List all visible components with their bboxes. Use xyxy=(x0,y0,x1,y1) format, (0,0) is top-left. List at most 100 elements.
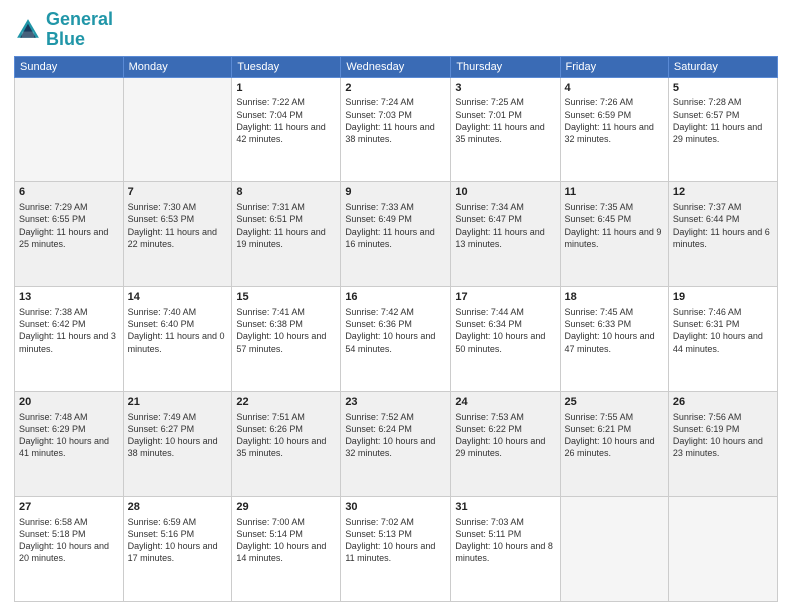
day-info: Sunset: 6:49 PM xyxy=(345,213,446,225)
day-info: Sunrise: 7:44 AM xyxy=(455,306,555,318)
day-info: Daylight: 10 hours and 50 minutes. xyxy=(455,330,555,354)
day-info: Sunrise: 7:37 AM xyxy=(673,201,773,213)
day-info: Sunset: 6:42 PM xyxy=(19,318,119,330)
day-number: 12 xyxy=(673,185,773,200)
day-info: Daylight: 10 hours and 26 minutes. xyxy=(565,435,664,459)
day-info: Daylight: 10 hours and 17 minutes. xyxy=(128,540,228,564)
day-number: 26 xyxy=(673,395,773,410)
day-info: Daylight: 10 hours and 20 minutes. xyxy=(19,540,119,564)
day-number: 7 xyxy=(128,185,228,200)
day-info: Daylight: 10 hours and 29 minutes. xyxy=(455,435,555,459)
calendar-cell: 30Sunrise: 7:02 AMSunset: 5:13 PMDayligh… xyxy=(341,497,451,602)
day-info: Daylight: 10 hours and 54 minutes. xyxy=(345,330,446,354)
calendar-table: SundayMondayTuesdayWednesdayThursdayFrid… xyxy=(14,56,778,602)
day-number: 10 xyxy=(455,185,555,200)
calendar-week-2: 6Sunrise: 7:29 AMSunset: 6:55 PMDaylight… xyxy=(15,182,778,287)
day-number: 13 xyxy=(19,290,119,305)
day-info: Sunset: 7:04 PM xyxy=(236,109,336,121)
calendar-cell: 17Sunrise: 7:44 AMSunset: 6:34 PMDayligh… xyxy=(451,287,560,392)
calendar-cell: 1Sunrise: 7:22 AMSunset: 7:04 PMDaylight… xyxy=(232,77,341,182)
calendar-cell: 31Sunrise: 7:03 AMSunset: 5:11 PMDayligh… xyxy=(451,497,560,602)
calendar-cell: 7Sunrise: 7:30 AMSunset: 6:53 PMDaylight… xyxy=(123,182,232,287)
day-info: Sunrise: 7:51 AM xyxy=(236,411,336,423)
day-info: Daylight: 11 hours and 16 minutes. xyxy=(345,226,446,250)
day-number: 19 xyxy=(673,290,773,305)
weekday-header-thursday: Thursday xyxy=(451,56,560,77)
day-info: Sunrise: 7:25 AM xyxy=(455,96,555,108)
calendar-cell: 8Sunrise: 7:31 AMSunset: 6:51 PMDaylight… xyxy=(232,182,341,287)
calendar-cell xyxy=(560,497,668,602)
day-number: 27 xyxy=(19,500,119,515)
day-info: Sunrise: 7:35 AM xyxy=(565,201,664,213)
day-info: Sunset: 7:01 PM xyxy=(455,109,555,121)
day-info: Sunset: 6:53 PM xyxy=(128,213,228,225)
day-info: Daylight: 11 hours and 29 minutes. xyxy=(673,121,773,145)
day-number: 23 xyxy=(345,395,446,410)
day-info: Sunset: 6:27 PM xyxy=(128,423,228,435)
day-info: Sunset: 6:31 PM xyxy=(673,318,773,330)
day-info: Sunrise: 7:46 AM xyxy=(673,306,773,318)
calendar-cell: 9Sunrise: 7:33 AMSunset: 6:49 PMDaylight… xyxy=(341,182,451,287)
day-info: Sunset: 6:47 PM xyxy=(455,213,555,225)
weekday-header-tuesday: Tuesday xyxy=(232,56,341,77)
day-number: 2 xyxy=(345,81,446,96)
day-number: 30 xyxy=(345,500,446,515)
day-number: 6 xyxy=(19,185,119,200)
day-number: 4 xyxy=(565,81,664,96)
day-info: Sunrise: 7:41 AM xyxy=(236,306,336,318)
weekday-header-sunday: Sunday xyxy=(15,56,124,77)
day-number: 25 xyxy=(565,395,664,410)
day-info: Sunrise: 6:59 AM xyxy=(128,516,228,528)
logo: General Blue xyxy=(14,10,113,50)
logo-text: General xyxy=(46,10,113,30)
day-info: Sunrise: 7:31 AM xyxy=(236,201,336,213)
calendar-cell: 14Sunrise: 7:40 AMSunset: 6:40 PMDayligh… xyxy=(123,287,232,392)
day-number: 15 xyxy=(236,290,336,305)
weekday-header-row: SundayMondayTuesdayWednesdayThursdayFrid… xyxy=(15,56,778,77)
day-number: 14 xyxy=(128,290,228,305)
calendar-cell: 4Sunrise: 7:26 AMSunset: 6:59 PMDaylight… xyxy=(560,77,668,182)
day-info: Sunrise: 7:33 AM xyxy=(345,201,446,213)
calendar-cell: 29Sunrise: 7:00 AMSunset: 5:14 PMDayligh… xyxy=(232,497,341,602)
day-info: Daylight: 11 hours and 13 minutes. xyxy=(455,226,555,250)
day-number: 16 xyxy=(345,290,446,305)
day-info: Sunrise: 7:49 AM xyxy=(128,411,228,423)
day-info: Sunrise: 7:30 AM xyxy=(128,201,228,213)
calendar-cell: 3Sunrise: 7:25 AMSunset: 7:01 PMDaylight… xyxy=(451,77,560,182)
day-info: Sunrise: 7:29 AM xyxy=(19,201,119,213)
day-info: Daylight: 11 hours and 9 minutes. xyxy=(565,226,664,250)
day-info: Sunset: 6:59 PM xyxy=(565,109,664,121)
day-number: 17 xyxy=(455,290,555,305)
day-info: Daylight: 10 hours and 57 minutes. xyxy=(236,330,336,354)
day-info: Sunset: 6:40 PM xyxy=(128,318,228,330)
day-number: 24 xyxy=(455,395,555,410)
day-number: 5 xyxy=(673,81,773,96)
day-info: Sunset: 6:21 PM xyxy=(565,423,664,435)
calendar-cell: 6Sunrise: 7:29 AMSunset: 6:55 PMDaylight… xyxy=(15,182,124,287)
day-info: Sunrise: 6:58 AM xyxy=(19,516,119,528)
day-info: Sunset: 6:22 PM xyxy=(455,423,555,435)
day-info: Sunrise: 7:56 AM xyxy=(673,411,773,423)
day-info: Daylight: 10 hours and 41 minutes. xyxy=(19,435,119,459)
day-info: Sunset: 6:24 PM xyxy=(345,423,446,435)
day-info: Sunrise: 7:40 AM xyxy=(128,306,228,318)
logo-text2: Blue xyxy=(46,30,113,50)
day-info: Sunrise: 7:00 AM xyxy=(236,516,336,528)
calendar-cell: 26Sunrise: 7:56 AMSunset: 6:19 PMDayligh… xyxy=(668,392,777,497)
day-info: Sunset: 6:19 PM xyxy=(673,423,773,435)
calendar-cell xyxy=(668,497,777,602)
calendar-cell: 23Sunrise: 7:52 AMSunset: 6:24 PMDayligh… xyxy=(341,392,451,497)
day-info: Daylight: 11 hours and 3 minutes. xyxy=(19,330,119,354)
day-number: 31 xyxy=(455,500,555,515)
calendar-cell: 19Sunrise: 7:46 AMSunset: 6:31 PMDayligh… xyxy=(668,287,777,392)
day-number: 1 xyxy=(236,81,336,96)
calendar-cell: 16Sunrise: 7:42 AMSunset: 6:36 PMDayligh… xyxy=(341,287,451,392)
day-info: Daylight: 11 hours and 0 minutes. xyxy=(128,330,228,354)
day-info: Sunrise: 7:24 AM xyxy=(345,96,446,108)
calendar-cell: 12Sunrise: 7:37 AMSunset: 6:44 PMDayligh… xyxy=(668,182,777,287)
day-info: Sunset: 6:29 PM xyxy=(19,423,119,435)
day-info: Sunset: 6:38 PM xyxy=(236,318,336,330)
day-number: 18 xyxy=(565,290,664,305)
day-info: Daylight: 10 hours and 11 minutes. xyxy=(345,540,446,564)
calendar-week-3: 13Sunrise: 7:38 AMSunset: 6:42 PMDayligh… xyxy=(15,287,778,392)
